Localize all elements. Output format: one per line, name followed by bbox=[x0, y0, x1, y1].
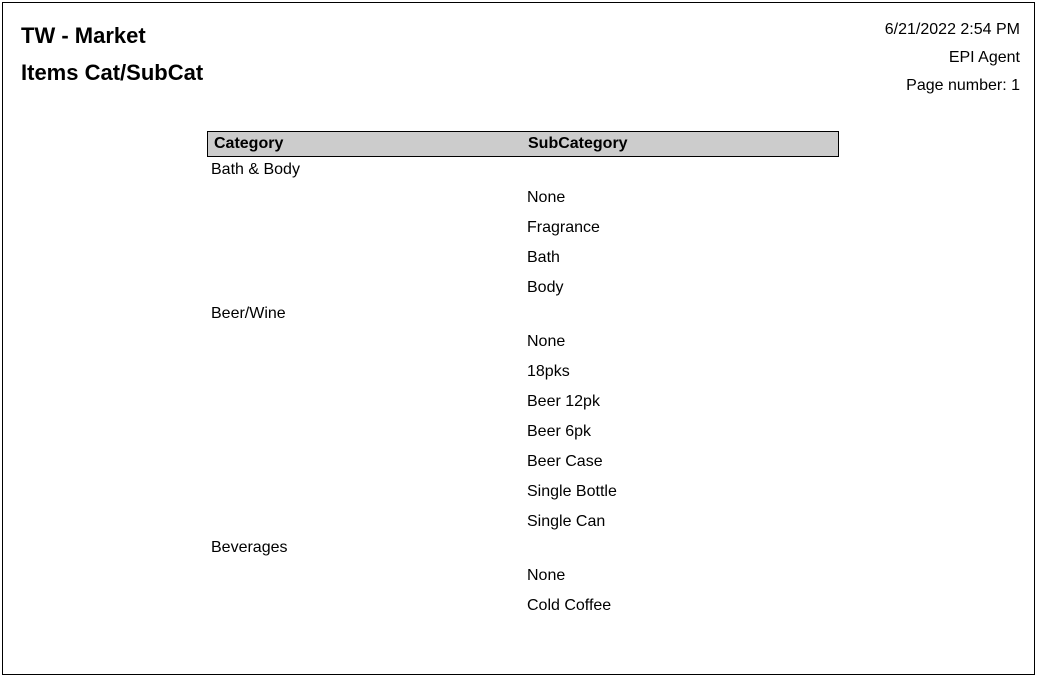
report-title: TW - Market bbox=[21, 21, 203, 52]
subcategory-cell: Body bbox=[527, 279, 839, 297]
table-row: Beer Case bbox=[207, 447, 839, 477]
subcategory-cell: None bbox=[527, 333, 839, 351]
table-row: Bath bbox=[207, 243, 839, 273]
header-right: 6/21/2022 2:54 PM EPI Agent Page number:… bbox=[885, 21, 1020, 105]
table-row: None bbox=[207, 183, 839, 213]
table-row: None bbox=[207, 561, 839, 591]
report-page-number: Page number: 1 bbox=[885, 77, 1020, 95]
table-row: Cold Coffee bbox=[207, 591, 839, 621]
subcategory-cell: Single Can bbox=[527, 513, 839, 531]
subcategory-cell: Beer Case bbox=[527, 453, 839, 471]
table-row: Single Can bbox=[207, 507, 839, 537]
report-subtitle: Items Cat/SubCat bbox=[21, 58, 203, 89]
col-header-subcategory: SubCategory bbox=[528, 135, 838, 153]
subcategory-cell: None bbox=[527, 567, 839, 585]
subcategory-cell: Single Bottle bbox=[527, 483, 839, 501]
table-row: Single Bottle bbox=[207, 477, 839, 507]
category-cell: Bath & Body bbox=[207, 161, 527, 179]
col-header-category: Category bbox=[208, 135, 528, 153]
table-row: Beverages bbox=[207, 537, 839, 561]
report-page: TW - Market Items Cat/SubCat 6/21/2022 2… bbox=[2, 2, 1035, 675]
table-row: Beer/Wine bbox=[207, 303, 839, 327]
report-agent: EPI Agent bbox=[885, 49, 1020, 67]
table-row: None bbox=[207, 327, 839, 357]
table-body: Bath & BodyNoneFragranceBathBodyBeer/Win… bbox=[207, 157, 839, 621]
table-row: Bath & Body bbox=[207, 159, 839, 183]
category-cell: Beverages bbox=[207, 539, 527, 557]
subcategory-cell: Bath bbox=[527, 249, 839, 267]
report-table: Category SubCategory Bath & BodyNoneFrag… bbox=[207, 131, 839, 621]
report-datetime: 6/21/2022 2:54 PM bbox=[885, 21, 1020, 39]
subcategory-cell: Beer 6pk bbox=[527, 423, 839, 441]
header-left: TW - Market Items Cat/SubCat bbox=[21, 21, 203, 89]
table-row: Beer 12pk bbox=[207, 387, 839, 417]
table-row: Body bbox=[207, 273, 839, 303]
subcategory-cell: Beer 12pk bbox=[527, 393, 839, 411]
table-row: 18pks bbox=[207, 357, 839, 387]
subcategory-cell: 18pks bbox=[527, 363, 839, 381]
subcategory-cell: Cold Coffee bbox=[527, 597, 839, 615]
category-cell: Beer/Wine bbox=[207, 305, 527, 323]
table-row: Fragrance bbox=[207, 213, 839, 243]
subcategory-cell: None bbox=[527, 189, 839, 207]
table-header-row: Category SubCategory bbox=[207, 131, 839, 157]
table-row: Beer 6pk bbox=[207, 417, 839, 447]
subcategory-cell: Fragrance bbox=[527, 219, 839, 237]
